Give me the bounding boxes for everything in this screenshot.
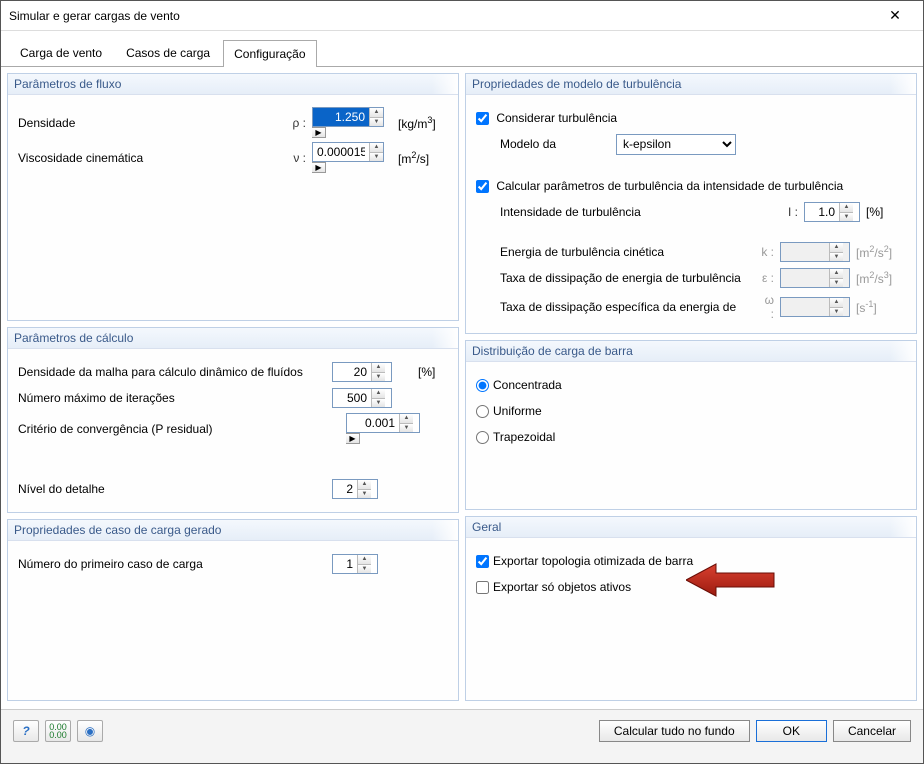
turbulence-model-select[interactable]: k-epsilon [616, 134, 736, 155]
tab-strip: Carga de vento Casos de carga Configuraç… [1, 33, 923, 67]
convergence-label: Critério de convergência (P residual) [18, 422, 340, 436]
eye-icon: ◉ [85, 724, 95, 738]
panel-geral: Geral Exportar topologia otimizada de ba… [465, 516, 917, 701]
viscosity-symbol: ν : [290, 151, 306, 165]
specific-symbol: ω : [758, 293, 774, 321]
step-button[interactable]: ▶ [312, 162, 326, 173]
spinner-icon: ▲▼ [829, 298, 843, 316]
viscosity-label: Viscosidade cinemática [18, 151, 284, 165]
panel-title: Parâmetros de fluxo [8, 74, 458, 95]
left-column: Parâmetros de fluxo Densidade ρ : ▲▼ ▶ [… [7, 73, 459, 701]
radio-concentrada[interactable]: Concentrada [476, 378, 562, 392]
mesh-density-input[interactable]: ▲▼ [332, 362, 392, 382]
spinner-icon: ▲▼ [829, 243, 843, 261]
help-icon: ? [22, 724, 29, 738]
intensity-symbol: I : [782, 205, 798, 219]
first-loadcase-input[interactable]: ▲▼ [332, 554, 378, 574]
density-symbol: ρ : [290, 116, 306, 130]
dialog-window: Simular e gerar cargas de vento ✕ Carga … [0, 0, 924, 764]
first-loadcase-label: Número do primeiro caso de carga [18, 557, 326, 571]
calc-turb-params-checkbox[interactable]: Calcular parâmetros de turbulência da in… [476, 179, 843, 193]
turb-intensity-label: Intensidade de turbulência [500, 205, 776, 219]
step-button[interactable]: ▶ [346, 433, 360, 444]
panel-title: Geral [466, 517, 916, 538]
viscosity-input[interactable]: ▲▼ [312, 142, 384, 162]
radio-uniforme[interactable]: Uniforme [476, 404, 542, 418]
units-button[interactable]: 0.000.00 [45, 720, 71, 742]
turbulence-model-label: Modelo da [500, 137, 610, 151]
specific-dissipation-input: ▲▼ [780, 297, 850, 317]
turb-intensity-input[interactable]: ▲▼ [804, 202, 860, 222]
spinner-icon[interactable]: ▲▼ [369, 108, 383, 126]
panel-title: Distribuição de carga de barra [466, 341, 916, 362]
content-area: Parâmetros de fluxo Densidade ρ : ▲▼ ▶ [… [1, 67, 923, 707]
spinner-icon: ▲▼ [829, 269, 843, 287]
dissipation-unit: [m2/s3] [856, 270, 906, 286]
specific-dissipation-label: Taxa de dissipação específica da energia… [500, 300, 752, 314]
panel-propriedades-caso-carga: Propriedades de caso de carga gerado Núm… [7, 519, 459, 701]
detail-level-input[interactable]: ▲▼ [332, 479, 378, 499]
convergence-input[interactable]: ▲▼ [346, 413, 420, 433]
specific-unit: [s-1] [856, 299, 906, 315]
panel-propriedades-turbulencia: Propriedades de modelo de turbulência Co… [465, 73, 917, 334]
max-iterations-input[interactable]: ▲▼ [332, 388, 392, 408]
tab-configuracao[interactable]: Configuração [223, 40, 316, 67]
density-unit: [kg/m3] [398, 115, 448, 131]
kinetic-energy-label: Energia de turbulência cinética [500, 245, 752, 259]
spinner-icon[interactable]: ▲▼ [371, 389, 385, 407]
kinetic-symbol: k : [758, 245, 774, 259]
spinner-icon[interactable]: ▲▼ [371, 363, 385, 381]
intensity-unit: [%] [866, 205, 906, 219]
spinner-icon[interactable]: ▲▼ [357, 555, 371, 573]
right-column: Propriedades de modelo de turbulência Co… [465, 73, 917, 701]
panel-title: Propriedades de modelo de turbulência [466, 74, 916, 95]
radio-trapezoidal[interactable]: Trapezoidal [476, 430, 555, 444]
spinner-icon[interactable]: ▲▼ [399, 414, 413, 432]
spinner-icon[interactable]: ▲▼ [839, 203, 853, 221]
dissipation-rate-label: Taxa de dissipação de energia de turbulê… [500, 271, 752, 285]
panel-parametros-de-fluxo: Parâmetros de fluxo Densidade ρ : ▲▼ ▶ [… [7, 73, 459, 321]
ok-button[interactable]: OK [756, 720, 827, 742]
mesh-density-label: Densidade da malha para cálculo dinâmico… [18, 365, 326, 379]
step-button[interactable]: ▶ [312, 127, 326, 138]
panel-title: Parâmetros de cálculo [8, 328, 458, 349]
footer-toolbar: ? 0.000.00 ◉ Calcular tudo no fundo OK C… [1, 709, 923, 763]
help-button[interactable]: ? [13, 720, 39, 742]
mesh-density-unit: [%] [418, 365, 448, 379]
panel-distribuicao-carga-barra: Distribuição de carga de barra Concentra… [465, 340, 917, 510]
window-title: Simular e gerar cargas de vento [9, 9, 875, 23]
tab-carga-de-vento[interactable]: Carga de vento [9, 39, 113, 66]
calculate-background-button[interactable]: Calcular tudo no fundo [599, 720, 750, 742]
viscosity-unit: [m2/s] [398, 150, 448, 166]
tab-casos-de-carga[interactable]: Casos de carga [115, 39, 221, 66]
kinetic-energy-input: ▲▼ [780, 242, 850, 262]
export-optimized-topology-checkbox[interactable]: Exportar topologia otimizada de barra [476, 554, 693, 568]
density-label: Densidade [18, 116, 284, 130]
detail-level-label: Nível do detalhe [18, 482, 326, 496]
kinetic-unit: [m2/s2] [856, 244, 906, 260]
dissipation-rate-input: ▲▼ [780, 268, 850, 288]
density-input[interactable]: ▲▼ [312, 107, 384, 127]
dissipation-symbol: ε : [758, 271, 774, 285]
units-icon: 0.000.00 [49, 723, 67, 739]
cancel-button[interactable]: Cancelar [833, 720, 911, 742]
panel-title: Propriedades de caso de carga gerado [8, 520, 458, 541]
panel-parametros-de-calculo: Parâmetros de cálculo Densidade da malha… [7, 327, 459, 513]
max-iterations-label: Número máximo de iterações [18, 391, 326, 405]
export-only-active-objects-checkbox[interactable]: Exportar só objetos ativos [476, 580, 631, 594]
title-bar: Simular e gerar cargas de vento ✕ [1, 1, 923, 31]
close-button[interactable]: ✕ [875, 7, 915, 24]
view-button[interactable]: ◉ [77, 720, 103, 742]
spinner-icon[interactable]: ▲▼ [369, 143, 383, 161]
spinner-icon[interactable]: ▲▼ [357, 480, 371, 498]
consider-turbulence-checkbox[interactable]: Considerar turbulência [476, 111, 617, 125]
